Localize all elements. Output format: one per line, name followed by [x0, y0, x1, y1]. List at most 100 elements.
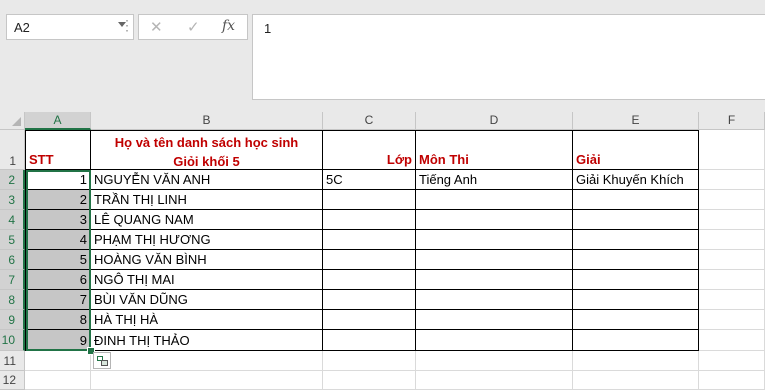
cell-a6[interactable]: 5 — [25, 250, 91, 270]
cell-b11[interactable] — [91, 351, 323, 371]
row-header-3[interactable]: 3 — [0, 190, 25, 210]
cell-f6[interactable] — [699, 250, 765, 270]
cell-a11[interactable] — [25, 351, 91, 371]
row-header-2[interactable]: 2 — [0, 170, 25, 190]
column-header-a[interactable]: A — [25, 112, 91, 130]
cell-d5[interactable] — [416, 230, 573, 250]
cell-a1[interactable]: STT — [25, 130, 91, 170]
cell-a5[interactable]: 4 — [25, 230, 91, 250]
cell-e6[interactable] — [573, 250, 699, 270]
cancel-icon[interactable]: ✕ — [150, 18, 163, 36]
row-header-10[interactable]: 10 — [0, 330, 25, 351]
column-header-d[interactable]: D — [416, 112, 573, 130]
column-header-b[interactable]: B — [91, 112, 323, 130]
cell-f7[interactable] — [699, 270, 765, 290]
cell-a7[interactable]: 6 — [25, 270, 91, 290]
insert-function-icon[interactable]: fx — [222, 18, 235, 34]
row-header-12[interactable]: 12 — [0, 371, 25, 390]
cell-c3[interactable] — [323, 190, 416, 210]
cell-e8[interactable] — [573, 290, 699, 310]
cell-f9[interactable] — [699, 310, 765, 330]
cell-c11[interactable] — [323, 351, 416, 371]
cell-c10[interactable] — [323, 330, 416, 351]
cell-d10[interactable] — [416, 330, 573, 351]
cell-e7[interactable] — [573, 270, 699, 290]
row-header-4[interactable]: 4 — [0, 210, 25, 230]
cell-c7[interactable] — [323, 270, 416, 290]
cell-c6[interactable] — [323, 250, 416, 270]
cell-f12[interactable] — [699, 371, 765, 390]
cell-f5[interactable] — [699, 230, 765, 250]
row-header-5[interactable]: 5 — [0, 230, 25, 250]
cell-a4[interactable]: 3 — [25, 210, 91, 230]
column-header-e[interactable]: E — [573, 112, 699, 130]
cell-e5[interactable] — [573, 230, 699, 250]
cell-e12[interactable] — [573, 371, 699, 390]
cell-b7[interactable]: NGÔ THỊ MAI — [91, 270, 323, 290]
formula-bar-input[interactable]: 1 — [252, 14, 765, 100]
cell-a10[interactable]: 9 — [25, 330, 91, 351]
cell-b8[interactable]: BÙI VĂN DŨNG — [91, 290, 323, 310]
cell-b5[interactable]: PHẠM THỊ HƯƠNG — [91, 230, 323, 250]
row-header-9[interactable]: 9 — [0, 310, 25, 330]
cell-e9[interactable] — [573, 310, 699, 330]
cell-e3[interactable] — [573, 190, 699, 210]
row-header-11[interactable]: 11 — [0, 351, 25, 371]
cell-e1[interactable]: Giải — [573, 130, 699, 170]
cell-a9[interactable]: 8 — [25, 310, 91, 330]
cell-b4[interactable]: LÊ QUANG NAM — [91, 210, 323, 230]
cell-d3[interactable] — [416, 190, 573, 210]
cell-a3[interactable]: 2 — [25, 190, 91, 210]
cell-d11[interactable] — [416, 351, 573, 371]
cell-e10[interactable] — [573, 330, 699, 351]
cell-d6[interactable] — [416, 250, 573, 270]
cell-d4[interactable] — [416, 210, 573, 230]
header-award: Giải — [576, 152, 601, 167]
cell-d12[interactable] — [416, 371, 573, 390]
cell-e2[interactable]: Giải Khuyến Khích — [573, 170, 699, 190]
cell-b1[interactable]: Họ và tên danh sách học sinh Giỏi khối 5 — [91, 130, 323, 170]
cell-c9[interactable] — [323, 310, 416, 330]
student-name: NGUYỄN VĂN ANH — [94, 172, 211, 187]
column-header-c[interactable]: C — [323, 112, 416, 130]
cell-c12[interactable] — [323, 371, 416, 390]
row-header-7[interactable]: 7 — [0, 270, 25, 290]
enter-icon[interactable]: ✓ — [187, 18, 200, 36]
cell-a8[interactable]: 7 — [25, 290, 91, 310]
row-header-6[interactable]: 6 — [0, 250, 25, 270]
cell-b6[interactable]: HOÀNG VĂN BÌNH — [91, 250, 323, 270]
cell-f8[interactable] — [699, 290, 765, 310]
cell-b10[interactable]: ĐINH THỊ THẢO — [91, 330, 323, 351]
select-all-button[interactable] — [0, 112, 25, 130]
cell-f10[interactable] — [699, 330, 765, 351]
cell-b12[interactable] — [91, 371, 323, 390]
cell-b2[interactable]: NGUYỄN VĂN ANH — [91, 170, 323, 190]
cell-b9[interactable]: HÀ THỊ HÀ — [91, 310, 323, 330]
cell-f2[interactable] — [699, 170, 765, 190]
cell-c4[interactable] — [323, 210, 416, 230]
cell-f11[interactable] — [699, 351, 765, 371]
row-header-1[interactable]: 1 — [0, 130, 25, 170]
cell-b3[interactable]: TRẦN THỊ LINH — [91, 190, 323, 210]
cell-d9[interactable] — [416, 310, 573, 330]
cell-e4[interactable] — [573, 210, 699, 230]
cell-c5[interactable] — [323, 230, 416, 250]
cell-d7[interactable] — [416, 270, 573, 290]
cell-a2[interactable]: 1 — [25, 170, 91, 190]
column-header-f[interactable]: F — [699, 112, 765, 130]
name-box[interactable]: A2 — [6, 14, 134, 40]
cell-d8[interactable] — [416, 290, 573, 310]
cell-a12[interactable] — [25, 371, 91, 390]
resize-handle-icon[interactable]: ⋮ — [120, 18, 134, 32]
cell-c2[interactable]: 5C — [323, 170, 416, 190]
cell-c1[interactable]: Lớp — [323, 130, 416, 170]
autofill-options-icon[interactable] — [93, 352, 111, 369]
cell-f1[interactable] — [699, 130, 765, 170]
cell-f3[interactable] — [699, 190, 765, 210]
cell-c8[interactable] — [323, 290, 416, 310]
cell-d1[interactable]: Môn Thi — [416, 130, 573, 170]
cell-d2[interactable]: Tiếng Anh — [416, 170, 573, 190]
cell-e11[interactable] — [573, 351, 699, 371]
cell-f4[interactable] — [699, 210, 765, 230]
row-header-8[interactable]: 8 — [0, 290, 25, 310]
